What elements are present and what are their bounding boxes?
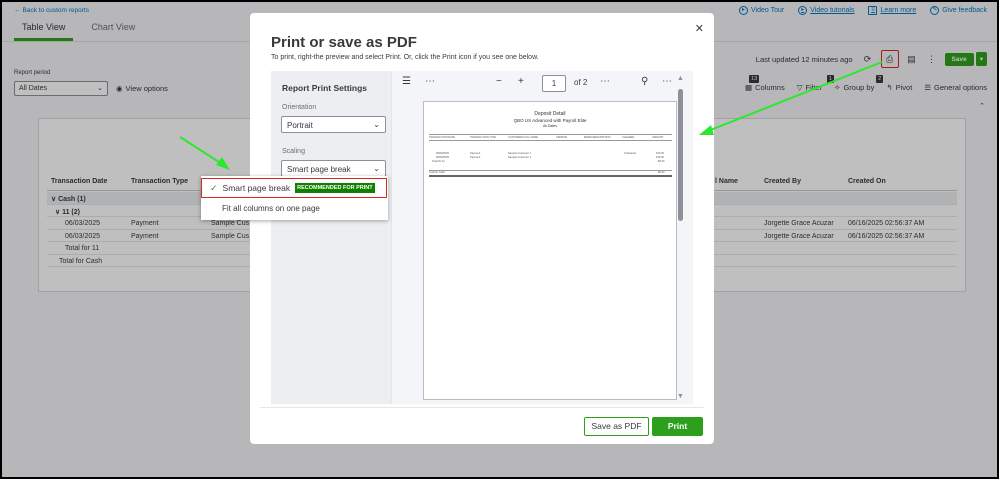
preview-mini-text: Payment <box>470 156 481 159</box>
more-icon[interactable]: ⋯ <box>600 76 610 87</box>
preview-mini-text: Uncleared <box>624 152 636 155</box>
option-smart-page-break[interactable]: ✓ Smart page break RECOMMENDED FOR PRINT <box>201 178 387 198</box>
preview-mini-text: 06/03/2025 <box>436 152 449 155</box>
option-fit-all-columns[interactable]: Fit all columns on one page <box>222 204 320 213</box>
zoom-out-icon[interactable]: − <box>496 76 502 87</box>
preview-mini-text: 150.00 <box>656 156 664 159</box>
scaling-select[interactable]: Smart page break ⌄ <box>281 160 386 177</box>
page-number-input[interactable]: 1 <box>542 75 566 92</box>
print-preview[interactable]: ☰ ⋯ − + 1 of 2 ⋯ ⚲ ⋯ ▲ ▼ Deposit Detail … <box>391 71 693 404</box>
preview-mini-text: $0.00 <box>658 171 665 174</box>
preview-mini-text: Sample Customer 1 <box>508 152 531 155</box>
scaling-value: Smart page break <box>287 165 351 174</box>
checkmark-icon: ✓ <box>210 182 218 193</box>
chevron-down-icon: ⌄ <box>373 164 380 173</box>
preview-mini-text: 150.00 <box>656 152 664 155</box>
sheet-rule <box>429 140 672 141</box>
scrollbar-thumb[interactable] <box>678 89 683 221</box>
orientation-select[interactable]: Portrait ⌄ <box>281 116 386 133</box>
sheet-title: Deposit Detail <box>534 111 566 117</box>
print-button[interactable]: Print <box>652 417 703 436</box>
preview-mini-text: AMOUNT <box>652 136 664 139</box>
preview-mini-text: VENDOR <box>556 136 568 139</box>
footer-divider <box>260 407 704 408</box>
preview-mini-text: MEMO/DESCRIPTION <box>584 136 611 139</box>
settings-title: Report Print Settings <box>282 83 368 93</box>
scaling-label: Scaling <box>282 148 305 155</box>
modal-title: Print or save as PDF <box>271 34 417 51</box>
scroll-up-icon[interactable]: ▲ <box>677 75 684 82</box>
sheet-period: All Dates <box>542 124 557 128</box>
more-icon[interactable]: ⋯ <box>425 76 435 87</box>
print-modal: Print or save as PDF To print, right-the… <box>250 13 714 444</box>
more-icon[interactable]: ⋯ <box>662 76 672 87</box>
preview-scrollbar[interactable]: ▲ ▼ <box>676 75 685 400</box>
option-label: Smart page break <box>222 183 291 193</box>
preview-mini-text: CUSTOMER FULL NAME <box>508 136 538 139</box>
orientation-label: Orientation <box>282 104 317 111</box>
preview-mini-text: Total for Cash <box>429 171 446 174</box>
preview-mini-text: CLEARED <box>622 136 635 139</box>
orientation-value: Portrait <box>287 121 313 130</box>
search-icon[interactable]: ⚲ <box>641 76 648 87</box>
preview-mini-text: Payment <box>470 152 481 155</box>
scroll-down-icon[interactable]: ▼ <box>677 393 684 400</box>
sheet-rule <box>429 170 672 171</box>
preview-mini-text: TRANSACTION TYPE <box>470 136 497 139</box>
sheet-company: QBO US Advanced with Payroll Elite <box>513 118 587 123</box>
modal-subtitle: To print, right-the preview and select P… <box>271 54 539 61</box>
save-as-pdf-button[interactable]: Save as PDF <box>584 417 649 436</box>
zoom-in-icon[interactable]: + <box>518 76 524 87</box>
preview-page: Deposit Detail QBO US Advanced with Payr… <box>423 101 677 400</box>
preview-mini-text: TRANSACTION DATE <box>429 136 456 139</box>
print-settings-panel: Report Print Settings Orientation Portra… <box>271 71 391 404</box>
sheet-rule <box>429 134 672 135</box>
close-icon[interactable]: ✕ <box>695 22 704 35</box>
preview-mini-text: 06/03/2025 <box>436 156 449 159</box>
app-window: ← Back to custom reports ▸ Video Tour ▸ Vi… <box>2 2 997 477</box>
page-count: of 2 <box>574 78 588 87</box>
recommended-badge: RECOMMENDED FOR PRINT <box>295 183 375 193</box>
preview-toolbar: ☰ ⋯ − + 1 of 2 ⋯ ⚲ ⋯ <box>392 71 677 95</box>
list-icon[interactable]: ☰ <box>402 76 411 87</box>
scaling-dropdown-menu: ✓ Smart page break RECOMMENDED FOR PRINT… <box>201 176 388 220</box>
preview-mini-text: Total for 11 <box>432 160 445 163</box>
preview-mini-text: Sample Customer 1 <box>508 156 531 159</box>
chevron-down-icon: ⌄ <box>373 120 380 129</box>
sheet-rule <box>429 176 672 177</box>
preview-mini-text: $0.00 <box>658 160 665 163</box>
